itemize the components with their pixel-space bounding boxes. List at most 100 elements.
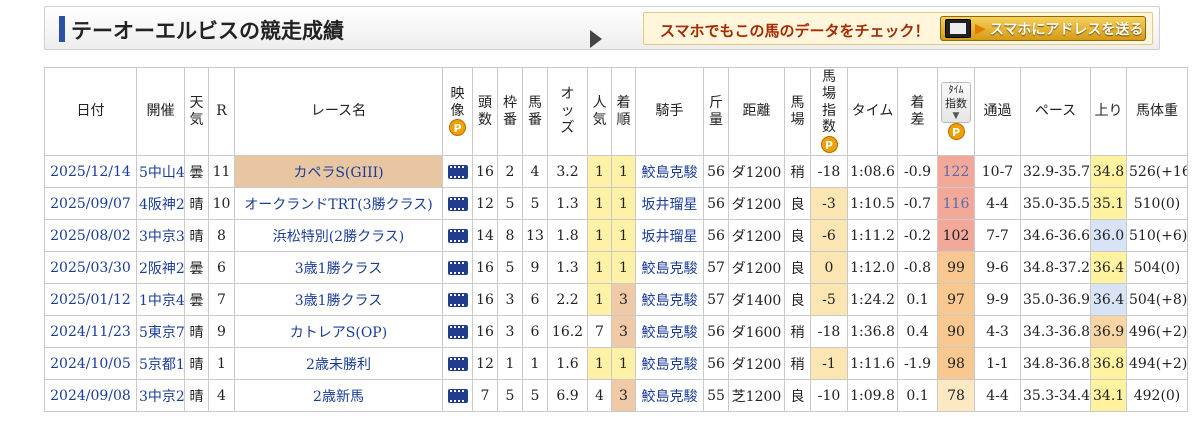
venue-link[interactable]: 5中山4 — [136, 155, 185, 188]
race-name-link[interactable]: 2歳未勝利 — [234, 347, 443, 380]
col-distance[interactable]: 距離 — [728, 67, 785, 156]
jockey-link[interactable]: 鮫島克駿 — [635, 347, 704, 380]
col-weight-carried-label: 斤量 — [709, 94, 723, 128]
venue-link[interactable]: 1中京4 — [136, 283, 185, 316]
col-pace[interactable]: ペース — [1020, 67, 1091, 156]
jockey-link[interactable]: 鮫島克駿 — [635, 315, 704, 348]
col-last3f[interactable]: 上り — [1090, 67, 1127, 156]
jockey-link[interactable]: 鮫島克駿 — [635, 251, 704, 284]
col-field-size[interactable]: 頭数 — [472, 67, 498, 156]
time-index-cell: 90 — [937, 315, 975, 348]
col-weight-carried[interactable]: 斤量 — [703, 67, 729, 156]
race-name-link[interactable]: 2歳新馬 — [234, 379, 443, 412]
pace-cell: 34.3-36.8 — [1020, 315, 1091, 348]
col-round[interactable]: R — [208, 67, 235, 156]
passing-cell: 10-7 — [974, 155, 1021, 188]
margin-cell: -0.9 — [897, 155, 938, 188]
distance-cell: ダ1200 — [728, 187, 785, 220]
passing-cell: 4-4 — [974, 379, 1021, 412]
col-venue[interactable]: 開催 — [136, 67, 185, 156]
date-link[interactable]: 2024/10/05 — [44, 347, 137, 380]
video-cell — [442, 219, 473, 252]
passing-cell: 9-9 — [974, 283, 1021, 316]
col-finish[interactable]: 着順 — [611, 67, 636, 156]
field-size-cell: 7 — [472, 379, 498, 412]
date-link[interactable]: 2025/12/14 — [44, 155, 137, 188]
date-link[interactable]: 2025/08/02 — [44, 219, 137, 252]
venue-link[interactable]: 5東京7 — [136, 315, 185, 348]
race-name-link[interactable]: オークランドTRT(3勝クラス) — [234, 187, 443, 220]
venue-link[interactable]: 2阪神2 — [136, 251, 185, 284]
col-popularity[interactable]: 人気 — [587, 67, 612, 156]
distance-cell: ダ1200 — [728, 155, 785, 188]
col-horse-no[interactable]: 馬番 — [522, 67, 548, 156]
venue-link[interactable]: 3中京3 — [136, 219, 185, 252]
col-odds[interactable]: オッズ — [547, 67, 588, 156]
video-cell — [442, 155, 473, 188]
date-link[interactable]: 2025/09/07 — [44, 187, 137, 220]
venue-link[interactable]: 5京都1 — [136, 347, 185, 380]
col-time[interactable]: タイム — [847, 67, 898, 156]
finish-cell: 3 — [611, 379, 636, 412]
weight-carried-cell: 57 — [703, 283, 729, 316]
col-track-cond[interactable]: 馬場 — [784, 67, 811, 156]
popularity-cell: 1 — [587, 251, 612, 284]
race-name-link[interactable]: カペラS(GIII) — [234, 155, 443, 188]
distance-cell: ダ1400 — [728, 283, 785, 316]
video-cell — [442, 187, 473, 220]
table-row: 2025/01/12 1中京4 曇 7 3歳1勝クラス 16 3 6 2.2 1… — [44, 283, 1188, 316]
venue-link[interactable]: 3中京2 — [136, 379, 185, 412]
video-icon[interactable] — [447, 324, 468, 339]
pace-cell: 34.8-37.2 — [1020, 251, 1091, 284]
race-name-link[interactable]: カトレアS(OP) — [234, 315, 443, 348]
finish-cell: 1 — [611, 347, 636, 380]
video-icon[interactable] — [447, 292, 468, 307]
video-icon[interactable] — [447, 356, 468, 371]
passing-cell: 1-1 — [974, 347, 1021, 380]
race-name-link[interactable]: 3歳1勝クラス — [234, 283, 443, 316]
video-icon[interactable] — [447, 164, 468, 179]
venue-link[interactable]: 4阪神2 — [136, 187, 185, 220]
jockey-link[interactable]: 坂井瑠星 — [635, 219, 704, 252]
gate-cell: 5 — [497, 251, 523, 284]
track-index-cell: -6 — [810, 219, 848, 252]
col-race-name[interactable]: レース名 — [234, 67, 443, 156]
pace-cell: 35.0-36.9 — [1020, 283, 1091, 316]
odds-cell: 1.6 — [547, 347, 588, 380]
col-date[interactable]: 日付 — [44, 67, 137, 156]
col-passing[interactable]: 通過 — [974, 67, 1021, 156]
video-icon[interactable] — [447, 228, 468, 243]
col-weather[interactable]: 天気 — [184, 67, 209, 156]
track-index-cell: -10 — [810, 379, 848, 412]
race-name-link[interactable]: 浜松特別(2勝クラス) — [234, 219, 443, 252]
col-margin[interactable]: 着差 — [897, 67, 938, 156]
track-cond-cell: 稍 — [784, 155, 811, 188]
col-jockey[interactable]: 騎手 — [635, 67, 704, 156]
video-icon[interactable] — [447, 196, 468, 211]
p-badge-icon[interactable]: P — [947, 123, 965, 141]
jockey-link[interactable]: 鮫島克駿 — [635, 283, 704, 316]
video-icon[interactable] — [447, 388, 468, 403]
col-popularity-label: 人気 — [592, 94, 607, 128]
date-link[interactable]: 2024/11/23 — [44, 315, 137, 348]
race-name-link[interactable]: 3歳1勝クラス — [234, 251, 443, 284]
date-link[interactable]: 2025/03/30 — [44, 251, 137, 284]
field-size-cell: 16 — [472, 251, 498, 284]
col-gate[interactable]: 枠番 — [497, 67, 523, 156]
jockey-link[interactable]: 鮫島克駿 — [635, 379, 704, 412]
p-badge-icon[interactable]: P — [820, 136, 838, 154]
video-icon[interactable] — [447, 260, 468, 275]
jockey-link[interactable]: 坂井瑠星 — [635, 187, 704, 220]
smartphone-promo: スマホでもこの馬のデータをチェック！ ▶ スマホにアドレスを送る — [643, 12, 1153, 45]
popularity-cell: 1 — [587, 187, 612, 220]
time-index-sort-button[interactable]: ﾀｲﾑ 指数 ▼ — [941, 81, 971, 124]
send-address-button[interactable]: ▶ スマホにアドレスを送る — [940, 16, 1146, 41]
horse-no-cell: 9 — [522, 251, 548, 284]
p-badge-icon[interactable]: P — [449, 119, 466, 137]
col-body-weight[interactable]: 馬体重 — [1126, 67, 1188, 156]
horse-no-cell: 1 — [522, 347, 548, 380]
gate-cell: 1 — [497, 347, 523, 380]
jockey-link[interactable]: 鮫島克駿 — [635, 155, 704, 188]
date-link[interactable]: 2024/09/08 — [44, 379, 137, 412]
date-link[interactable]: 2025/01/12 — [44, 283, 137, 316]
